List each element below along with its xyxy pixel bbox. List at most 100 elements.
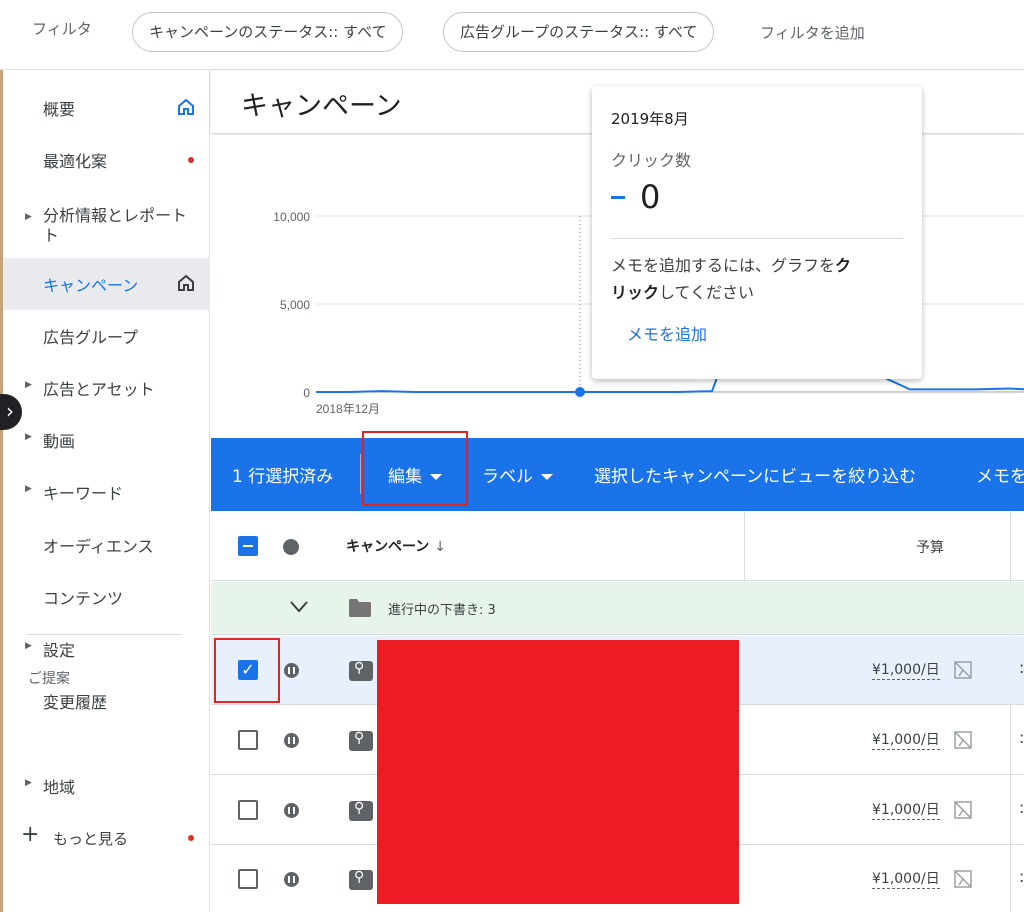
sidebar-item-label: 最適化案 bbox=[43, 152, 108, 171]
add-note-link[interactable]: メモを追加 bbox=[627, 321, 707, 345]
add-filter-link[interactable]: フィルタを追加 bbox=[760, 22, 865, 43]
sidebar-item-label: 分析情報とレポート bbox=[43, 206, 188, 225]
sidebar-item-video[interactable]: ▶ 動画 bbox=[3, 428, 210, 452]
row-checkbox[interactable] bbox=[238, 800, 258, 820]
expand-caret-icon: ▶ bbox=[25, 641, 32, 651]
search-campaign-icon: ⚲ bbox=[349, 730, 373, 751]
selection-count: 1 行選択済み bbox=[232, 467, 334, 487]
table-header: キャンペーン ↓ 予算 bbox=[211, 511, 1024, 581]
sidebar-item-label: 設定 bbox=[43, 641, 76, 660]
budget-value[interactable]: ¥1,000/日 bbox=[872, 801, 940, 820]
label-label: ラベル bbox=[482, 467, 533, 487]
row-checkbox[interactable] bbox=[238, 869, 258, 889]
series-legend-swatch bbox=[611, 196, 625, 199]
y-tick-label: 5,000 bbox=[280, 298, 310, 312]
sidebar-item-overview[interactable]: 概要 bbox=[3, 96, 210, 120]
selection-action-bar: 1 行選択済み 編集 ラベル 選択したキャンペーンにビューを絞り込む メモを bbox=[211, 438, 1024, 511]
expand-caret-icon: ▶ bbox=[25, 432, 32, 442]
chevron-down-icon[interactable] bbox=[289, 600, 309, 614]
tooltip-metric: クリック数 bbox=[611, 151, 692, 170]
y-tick-label: 0 bbox=[303, 386, 310, 400]
sidebar-item-label: オーディエンス bbox=[43, 537, 154, 556]
sidebar-item-ad-groups[interactable]: 広告グループ bbox=[3, 324, 210, 348]
column-header-campaign[interactable]: キャンペーン ↓ bbox=[346, 536, 446, 556]
paused-status-icon bbox=[284, 663, 299, 678]
sidebar-item-recommendations[interactable]: 最適化案 bbox=[3, 148, 210, 172]
sidebar-item-label-wrap: ト bbox=[43, 226, 60, 245]
tooltip-divider bbox=[611, 238, 903, 239]
sidebar-item-label: 地域 bbox=[43, 778, 76, 797]
sidebar-item-label: キャンペーン bbox=[43, 276, 139, 295]
suggestions-heading: ご提案 bbox=[28, 671, 70, 687]
sidebar-item-label: 動画 bbox=[43, 432, 76, 451]
sidebar-item-audiences[interactable]: オーディエンス bbox=[3, 533, 210, 557]
sidebar-item-keywords[interactable]: ▶ キーワード bbox=[3, 480, 210, 504]
y-tick-label: 10,000 bbox=[273, 210, 310, 224]
sidebar-item-label: 変更履歴 bbox=[43, 693, 108, 712]
sidebar-item-campaigns[interactable]: キャンペーン bbox=[3, 258, 210, 310]
status-dot-icon bbox=[283, 539, 299, 555]
checkbox-highlight-box bbox=[214, 638, 280, 703]
add-memo-button[interactable]: メモを bbox=[976, 462, 1024, 487]
notification-dot bbox=[188, 835, 194, 841]
budget-value[interactable]: ¥1,000/日 bbox=[872, 731, 940, 750]
search-campaign-icon: ⚲ bbox=[349, 800, 373, 821]
budget-chart-icon[interactable] bbox=[953, 730, 973, 750]
action-bar-divider bbox=[360, 454, 361, 494]
paused-status-icon bbox=[284, 872, 299, 887]
truncated-cell: : bbox=[1019, 798, 1024, 817]
sidebar-item-insights-reports[interactable]: ▶ 分析情報とレポート ト bbox=[3, 202, 210, 246]
edit-highlight-box bbox=[362, 431, 468, 506]
filter-view-button[interactable]: 選択したキャンペーンにビューを絞り込む bbox=[594, 462, 916, 487]
sidebar-item-label: キーワード bbox=[43, 484, 124, 503]
tooltip-note: メモを追加するには、グラフをク リックしてください bbox=[611, 256, 852, 302]
expand-caret-icon: ▶ bbox=[25, 778, 32, 788]
budget-chart-icon[interactable] bbox=[953, 800, 973, 820]
search-campaign-icon: ⚲ bbox=[349, 660, 373, 681]
column-header-budget[interactable]: 予算 bbox=[916, 537, 944, 557]
sidebar-item-settings[interactable]: ▶ 設定 bbox=[3, 637, 210, 661]
sidebar-item-locations[interactable]: ▶ 地域 bbox=[3, 774, 210, 798]
sort-arrow-icon: ↓ bbox=[434, 539, 446, 555]
paused-status-icon bbox=[284, 733, 299, 748]
highlight-point bbox=[575, 387, 585, 397]
notification-dot bbox=[188, 157, 194, 163]
folder-icon bbox=[349, 599, 371, 617]
filter-chip-adgroup-status[interactable]: 広告グループのステータス:: すべて bbox=[443, 12, 715, 52]
search-campaign-icon: ⚲ bbox=[349, 869, 373, 890]
sidebar-item-show-more[interactable]: + もっと見る bbox=[3, 822, 210, 850]
magnifier-glyph: ⚲ bbox=[354, 800, 365, 816]
truncated-cell: : bbox=[1019, 658, 1024, 677]
sidebar-divider bbox=[27, 634, 182, 635]
sidebar-item-label: 広告とアセット bbox=[43, 380, 155, 399]
tooltip-value: 0 bbox=[640, 178, 661, 216]
budget-value[interactable]: ¥1,000/日 bbox=[872, 661, 940, 680]
sidebar-item-ads-assets[interactable]: ▶ 広告とアセット bbox=[3, 376, 210, 400]
home-icon bbox=[178, 274, 194, 291]
sidebar: 概要 最適化案 ▶ 分析情報とレポート ト キャンペーン 広告グループ ▶ 広告… bbox=[3, 70, 210, 912]
expand-caret-icon: ▶ bbox=[25, 212, 32, 222]
sidebar-item-change-history[interactable]: 変更履歴 bbox=[3, 689, 210, 713]
expand-caret-icon: ▶ bbox=[25, 484, 32, 494]
paused-status-icon bbox=[284, 803, 299, 818]
drafts-label: 進行中の下書き: 3 bbox=[388, 603, 496, 618]
magnifier-glyph: ⚲ bbox=[354, 660, 365, 676]
truncated-cell: : bbox=[1019, 867, 1024, 886]
budget-chart-icon[interactable] bbox=[953, 660, 973, 680]
redacted-campaign-names bbox=[377, 640, 739, 904]
chevron-right-icon: › bbox=[6, 399, 14, 423]
plus-icon: + bbox=[21, 822, 40, 847]
x-tick-label: 2018年12月 bbox=[316, 402, 380, 416]
sidebar-item-label: 広告グループ bbox=[43, 328, 139, 347]
budget-value[interactable]: ¥1,000/日 bbox=[872, 870, 940, 889]
drafts-group-row[interactable]: 進行中の下書き: 3 bbox=[211, 582, 1024, 635]
tooltip-date: 2019年8月 bbox=[611, 110, 689, 128]
budget-chart-icon[interactable] bbox=[953, 869, 973, 889]
row-checkbox[interactable] bbox=[238, 730, 258, 750]
label-dropdown-button[interactable]: ラベル bbox=[482, 462, 553, 487]
truncated-cell: : bbox=[1019, 728, 1024, 747]
filter-chip-campaign-status[interactable]: キャンペーンのステータス:: すべて bbox=[132, 12, 404, 52]
select-all-checkbox[interactable] bbox=[238, 536, 258, 556]
sidebar-item-content[interactable]: コンテンツ bbox=[3, 585, 210, 609]
magnifier-glyph: ⚲ bbox=[354, 730, 365, 746]
